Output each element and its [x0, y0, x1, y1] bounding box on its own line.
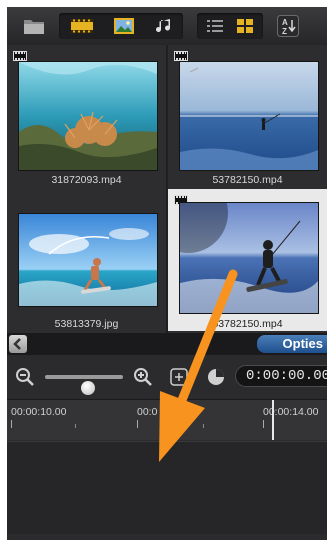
- media-library-grid: 31872093.mp4 53782150.mp4 53813379.jpg 5…: [7, 45, 327, 333]
- video-badge-icon: [13, 51, 27, 61]
- media-thumbnail: [180, 62, 318, 170]
- zoom-slider-handle[interactable]: [81, 381, 96, 395]
- fit-to-window-icon[interactable]: [170, 368, 188, 391]
- svg-text:Z: Z: [282, 27, 287, 36]
- ruler-tick: [137, 420, 138, 428]
- media-item[interactable]: 31872093.mp4: [7, 45, 166, 189]
- svg-text:A: A: [282, 18, 288, 27]
- timeline-ruler[interactable]: 00:00:10.00 00:0 00 00:00:14.00: [7, 399, 327, 440]
- ruler-label: 00: [188, 406, 200, 418]
- media-item-filename: 53782150.mp4: [212, 318, 283, 330]
- ruler-label: 00:0: [137, 406, 158, 418]
- media-editor-window: AZ 31872093.mp4 53782150.mp4 53813379.jp…: [7, 7, 327, 540]
- media-item[interactable]: 53813379.jpg: [7, 189, 166, 333]
- timecode-display[interactable]: 0:00:00.00: [235, 365, 327, 387]
- folder-icon[interactable]: [21, 14, 47, 38]
- ruler-tick: [203, 424, 204, 428]
- photo-filter-icon[interactable]: [105, 14, 143, 38]
- ruler-tick: [11, 420, 12, 428]
- media-item-filename: 53813379.jpg: [54, 318, 119, 330]
- media-item[interactable]: 53782150.mp4: [168, 45, 327, 189]
- sort-az-icon[interactable]: AZ: [275, 14, 301, 38]
- ruler-tick: [75, 424, 76, 428]
- zoom-slider[interactable]: [45, 375, 123, 395]
- film-filter-icon[interactable]: [63, 14, 101, 38]
- playhead[interactable]: [272, 400, 274, 440]
- options-button[interactable]: Opties: [257, 335, 327, 353]
- media-item-filename: 53782150.mp4: [212, 174, 283, 186]
- clock-icon[interactable]: [207, 368, 225, 391]
- chevron-left-icon[interactable]: [9, 335, 27, 353]
- timeline-controls: 0:00:00.00: [7, 363, 327, 395]
- timeline-track[interactable]: [7, 441, 327, 534]
- media-item-filename: 31872093.mp4: [51, 174, 122, 186]
- zoom-out-icon[interactable]: [15, 367, 35, 392]
- options-bar: Opties: [7, 333, 327, 355]
- media-thumbnail: [19, 62, 157, 170]
- ruler-tick: [263, 420, 264, 428]
- grid-divider: [166, 45, 168, 333]
- timeline-panel: 0:00:00.00 00:00:10.00 00:0 00 00:00:14.…: [7, 355, 327, 540]
- music-filter-icon[interactable]: [147, 14, 181, 38]
- video-badge-icon: [174, 51, 188, 61]
- zoom-in-icon[interactable]: [133, 367, 153, 392]
- media-thumbnail: [19, 214, 157, 306]
- list-view-icon[interactable]: [201, 14, 229, 38]
- media-item-selected[interactable]: 53782150.mp4: [168, 189, 327, 331]
- media-thumbnail: [180, 203, 318, 313]
- grid-view-icon[interactable]: [231, 14, 259, 38]
- ruler-label: 00:00:10.00: [11, 406, 67, 418]
- library-toolbar: AZ: [7, 7, 327, 45]
